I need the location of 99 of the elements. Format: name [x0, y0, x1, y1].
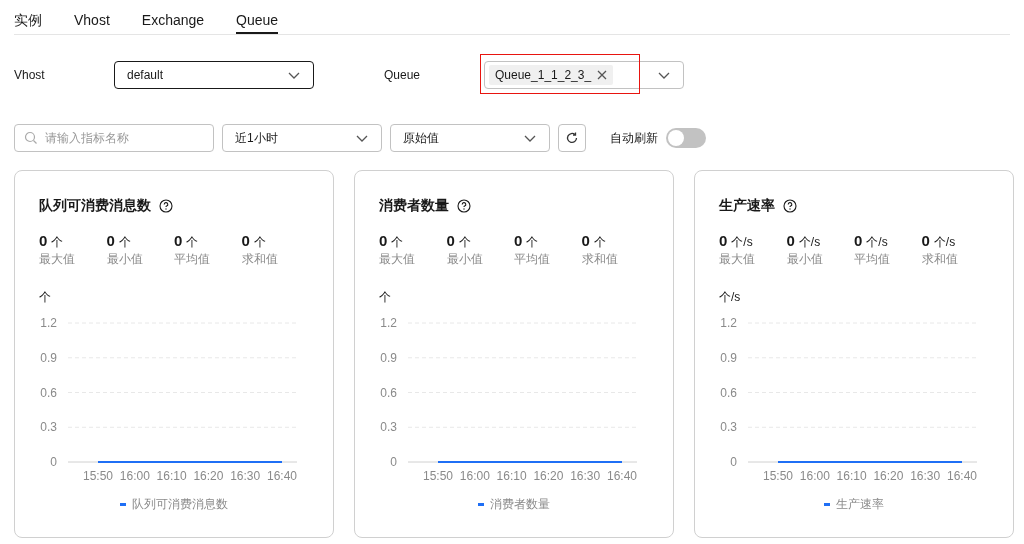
- stat-label: 平均值: [854, 251, 891, 268]
- stat-value: 0: [921, 233, 930, 249]
- stat-value: 0: [446, 233, 455, 249]
- stat-label: 平均值: [514, 251, 551, 268]
- axis-unit: 个/s: [719, 290, 741, 304]
- x-tick-label: 16:40: [607, 469, 637, 483]
- legend-label: 消费者数量: [490, 496, 550, 513]
- x-tick-label: 16:00: [119, 469, 150, 483]
- stat-unit: 个: [253, 234, 266, 250]
- period-select[interactable]: 近1小时: [222, 124, 382, 152]
- y-tick-label: 1.2: [720, 316, 737, 330]
- stat-label: 最大值: [39, 251, 76, 268]
- stat-value: 0: [786, 233, 795, 249]
- x-tick-label: 16:00: [459, 469, 490, 483]
- y-tick-label: 0.6: [40, 385, 57, 400]
- stat-unit: 个: [118, 234, 131, 250]
- stat-label: 最小值: [786, 251, 824, 268]
- vhost-label: Vhost: [14, 67, 46, 84]
- help-icon[interactable]: [457, 198, 471, 213]
- card-title: 生产速率: [719, 196, 775, 215]
- stat-unit: 个: [51, 234, 64, 250]
- stat-unit: 个: [458, 234, 471, 250]
- stat-value: 0: [39, 233, 48, 249]
- stat-value: 0: [241, 233, 250, 249]
- x-tick-label: 16:10: [496, 469, 527, 483]
- y-tick-label: 0.3: [380, 420, 397, 435]
- stat-label: 求和值: [581, 251, 619, 268]
- x-tick-label: 15:50: [423, 469, 453, 483]
- tab[interactable]: Vhost: [74, 0, 110, 34]
- x-tick-label: 16:40: [267, 469, 297, 483]
- card-title: 队列可消费消息数: [39, 196, 151, 215]
- stat-unit: 个/s: [798, 234, 821, 250]
- search-icon: [24, 131, 38, 145]
- stat-label: 求和值: [241, 251, 279, 268]
- mode-select[interactable]: 原始值: [390, 124, 550, 152]
- card-title: 消费者数量: [379, 196, 449, 215]
- y-tick-label: 0: [390, 455, 397, 469]
- axis-unit: 个: [39, 290, 51, 304]
- stat-unit: 个/s: [866, 234, 888, 250]
- stat-label: 最小值: [446, 251, 484, 268]
- refresh-icon: [565, 131, 579, 145]
- stat-value: 0: [514, 233, 523, 249]
- stat-value: 0: [379, 233, 388, 249]
- axis-unit: 个: [379, 290, 391, 304]
- tab[interactable]: Queue: [236, 0, 279, 34]
- stat-unit: 个/s: [731, 234, 753, 250]
- stat-unit: 个: [526, 234, 539, 250]
- x-tick-label: 15:50: [763, 469, 793, 483]
- stat-value: 0: [174, 233, 183, 249]
- stat-label: 最大值: [379, 251, 416, 268]
- x-tick-label: 16:20: [193, 469, 224, 483]
- stat-label: 求和值: [921, 251, 959, 268]
- stat-unit: 个: [391, 234, 404, 250]
- y-tick-label: 0.3: [720, 420, 737, 435]
- tab[interactable]: Exchange: [141, 0, 205, 34]
- refresh-button[interactable]: [558, 124, 586, 152]
- stat-value: 0: [106, 233, 115, 249]
- stat-value: 0: [581, 233, 590, 249]
- y-tick-label: 1.2: [40, 316, 57, 330]
- queue-tag: Queue_1_1_2_3_: [489, 65, 614, 85]
- x-tick-label: 16:30: [230, 469, 261, 483]
- y-tick-label: 0.3: [40, 420, 57, 435]
- x-tick-label: 16:40: [947, 469, 977, 483]
- stat-unit: 个: [186, 234, 199, 250]
- legend-label: 生产速率: [836, 496, 884, 513]
- y-tick-label: 0.9: [380, 350, 397, 365]
- stat-label: 最小值: [106, 251, 144, 268]
- x-tick-label: 16:30: [570, 469, 601, 483]
- y-tick-label: 0: [730, 455, 737, 469]
- x-tick-label: 16:10: [836, 469, 867, 483]
- x-tick-label: 16:20: [533, 469, 564, 483]
- search-field[interactable]: 请输入指标名称: [14, 124, 214, 152]
- stat-unit: 个/s: [933, 234, 956, 250]
- tab[interactable]: 实例: [14, 0, 42, 34]
- legend-label: 队列可消费消息数: [132, 496, 228, 513]
- auto-refresh-label: 自动刷新: [610, 130, 658, 147]
- help-icon[interactable]: [783, 198, 797, 213]
- y-tick-label: 0.6: [720, 385, 737, 400]
- close-icon[interactable]: [597, 70, 608, 80]
- y-tick-label: 1.2: [380, 316, 397, 330]
- help-icon[interactable]: [159, 198, 173, 213]
- stat-unit: 个: [593, 234, 606, 250]
- x-tick-label: 16:00: [799, 469, 830, 483]
- stat-value: 0: [854, 233, 863, 249]
- stat-label: 平均值: [174, 251, 211, 268]
- toggle-switch[interactable]: [666, 128, 706, 148]
- y-tick-label: 0.9: [720, 350, 737, 365]
- y-tick-label: 0.6: [380, 385, 397, 400]
- x-tick-label: 16:30: [910, 469, 941, 483]
- vhost-select[interactable]: default: [114, 61, 314, 89]
- x-tick-label: 16:20: [873, 469, 904, 483]
- x-tick-label: 15:50: [83, 469, 113, 483]
- y-tick-label: 0.9: [40, 350, 57, 365]
- stat-label: 最大值: [719, 251, 756, 268]
- stat-value: 0: [719, 233, 728, 249]
- queue-label: Queue: [384, 67, 422, 84]
- queue-select[interactable]: Queue_1_1_2_3_: [484, 61, 684, 89]
- y-tick-label: 0: [50, 455, 57, 469]
- x-tick-label: 16:10: [156, 469, 187, 483]
